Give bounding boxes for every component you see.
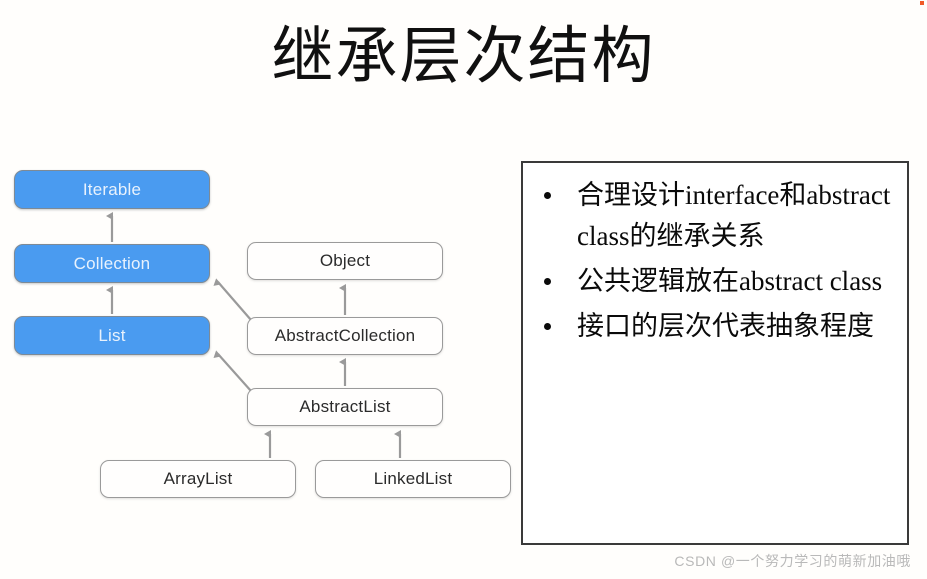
bullet-text: 合理设计interface和abstract class的继承关系: [577, 180, 891, 251]
node-abstractlist[interactable]: AbstractList: [247, 388, 443, 426]
node-linkedlist[interactable]: LinkedList: [315, 460, 511, 498]
node-label: Iterable: [82, 179, 142, 199]
inheritance-hierarchy-diagram: Iterable Collection List Object Abstract…: [0, 140, 520, 520]
node-label: List: [98, 325, 126, 345]
node-label: ArrayList: [163, 469, 233, 488]
bullet-text: 接口的层次代表抽象程度: [577, 311, 874, 341]
list-item: 接口的层次代表抽象程度: [531, 306, 897, 347]
node-label: LinkedList: [373, 469, 453, 488]
node-collection[interactable]: Collection: [14, 244, 210, 283]
page-title: 继承层次结构: [271, 23, 656, 91]
node-object[interactable]: Object: [247, 242, 443, 280]
node-label: Object: [319, 251, 371, 270]
csdn-watermark: CSDN @一个努力学习的萌新加油哦: [674, 553, 911, 569]
node-arraylist[interactable]: ArrayList: [100, 460, 296, 498]
arrow-abstractcollection-to-collection: [213, 278, 252, 321]
bullet-dot-icon: [544, 278, 551, 285]
node-list[interactable]: List: [14, 316, 210, 355]
bullet-text: 公共逻辑放在abstract class: [577, 266, 883, 296]
node-label: Collection: [73, 253, 151, 273]
node-label: AbstractList: [299, 397, 391, 416]
bullet-dot-icon: [544, 192, 551, 199]
arrow-abstractlist-to-list: [213, 350, 252, 392]
list-item: 合理设计interface和abstract class的继承关系: [531, 175, 897, 257]
notes-panel: 合理设计interface和abstract class的继承关系 公共逻辑放在…: [521, 161, 909, 545]
corner-marker: [920, 1, 924, 5]
node-abstractcollection[interactable]: AbstractCollection: [247, 317, 443, 355]
slide-canvas: 继承层次结构 Iterable Collection List Object A…: [0, 0, 927, 579]
bullet-dot-icon: [544, 323, 551, 330]
node-label: AbstractCollection: [274, 326, 416, 345]
bullet-list: 合理设计interface和abstract class的继承关系 公共逻辑放在…: [531, 175, 897, 347]
node-iterable[interactable]: Iterable: [14, 170, 210, 209]
list-item: 公共逻辑放在abstract class: [531, 261, 897, 302]
